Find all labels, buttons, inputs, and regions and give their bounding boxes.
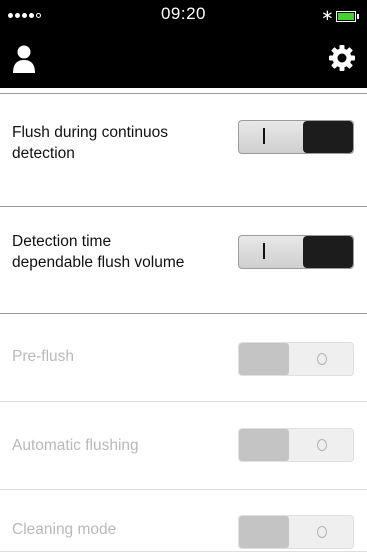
toggle-off-indicator <box>317 526 327 538</box>
toggle-pre-flush[interactable] <box>238 342 354 376</box>
divider <box>0 206 367 207</box>
divider <box>0 489 367 490</box>
gear-icon[interactable] <box>328 44 356 72</box>
divider <box>0 551 367 552</box>
toggle-cleaning-mode[interactable] <box>238 515 354 549</box>
toggle-knob <box>239 343 289 375</box>
toggle-off-indicator <box>317 353 327 365</box>
divider <box>0 313 367 314</box>
toggle-knob <box>239 429 289 461</box>
setting-label-flush-continuous: Flush during continuos detection <box>12 124 168 162</box>
status-bar: 09:20 ∗ <box>0 0 367 30</box>
toggle-automatic-flushing[interactable] <box>238 428 354 462</box>
setting-label-automatic-flushing: Automatic flushing <box>12 437 139 454</box>
status-time: 09:20 <box>160 4 207 23</box>
setting-label-detection-time: Detection time dependable flush volume <box>12 233 185 271</box>
toggle-flush-continuous[interactable] <box>238 120 354 154</box>
toggle-knob <box>303 236 353 268</box>
divider <box>0 401 367 402</box>
battery-icon <box>336 11 359 22</box>
divider <box>0 93 367 94</box>
bluetooth-icon: ∗ <box>321 7 334 24</box>
app-header <box>0 30 367 88</box>
toggle-knob <box>239 516 289 548</box>
toggle-detection-time[interactable] <box>238 235 354 269</box>
toggle-knob <box>303 121 353 153</box>
setting-label-pre-flush: Pre-flush <box>12 348 75 365</box>
setting-label-cleaning-mode: Cleaning mode <box>12 521 117 538</box>
user-icon[interactable] <box>12 44 36 74</box>
toggle-off-indicator <box>317 439 327 451</box>
toggle-on-indicator <box>263 243 265 259</box>
toggle-on-indicator <box>263 128 265 144</box>
